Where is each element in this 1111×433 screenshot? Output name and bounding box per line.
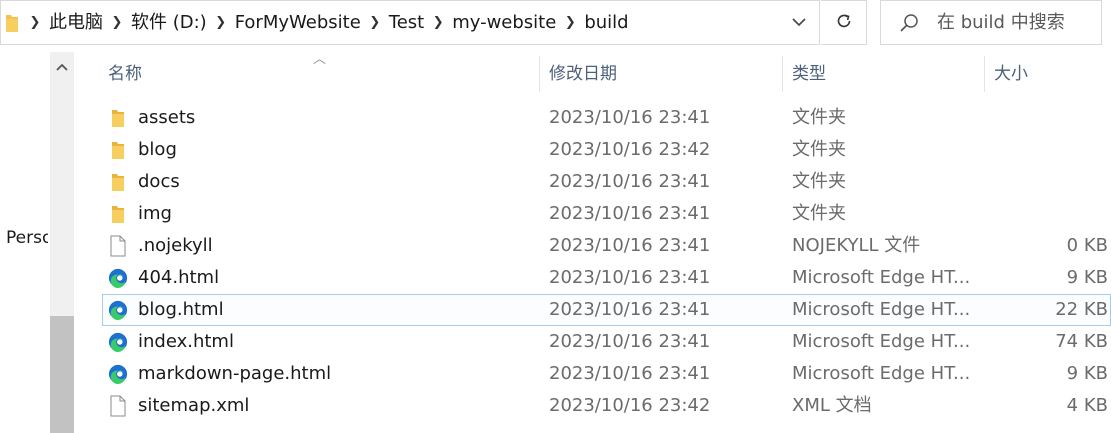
edge-icon: [108, 294, 128, 326]
file-type: NOJEKYLL 文件: [792, 235, 921, 256]
file-icon: [108, 230, 128, 262]
file-row[interactable]: blog 2023/10/16 23:42 文件夹: [74, 134, 1111, 166]
file-row[interactable]: 404.html 2023/10/16 23:41 Microsoft Edge…: [74, 262, 1111, 294]
file-row[interactable]: .nojekyll 2023/10/16 23:41 NOJEKYLL 文件 0…: [74, 230, 1111, 262]
file-explorer-window: ❯ 此电脑 ❯ 软件 (D:) ❯ ForMyWebsite ❯ Test ❯ …: [0, 0, 1111, 433]
search-box[interactable]: [880, 0, 1102, 45]
refresh-icon: [835, 12, 853, 34]
address-bar[interactable]: ❯ 此电脑 ❯ 软件 (D:) ❯ ForMyWebsite ❯ Test ❯ …: [0, 0, 820, 45]
file-row[interactable]: index.html 2023/10/16 23:41 Microsoft Ed…: [74, 326, 1111, 358]
file-size: 4 KB: [1066, 395, 1108, 416]
nav-item-label[interactable]: Perso: [6, 228, 48, 248]
sort-ascending-icon: ︿: [313, 52, 327, 67]
file-size: 0 KB: [1066, 235, 1108, 256]
folder-icon: [108, 198, 128, 230]
file-type: XML 文档: [792, 395, 872, 416]
column-divider[interactable]: [782, 56, 783, 92]
file-type: 文件夹: [792, 203, 846, 224]
file-type: 文件夹: [792, 139, 846, 160]
file-name: assets: [138, 107, 196, 128]
file-row[interactable]: img 2023/10/16 23:41 文件夹: [74, 198, 1111, 230]
file-date: 2023/10/16 23:42: [549, 139, 711, 160]
file-type: Microsoft Edge HT...: [792, 299, 971, 320]
breadcrumb-item-this-pc[interactable]: 此电脑: [49, 0, 103, 45]
breadcrumb-item-my-website[interactable]: my-website: [452, 0, 556, 45]
chevron-right-icon[interactable]: ❯: [556, 1, 584, 44]
chevron-right-icon[interactable]: ❯: [207, 1, 235, 44]
scroll-up-icon[interactable]: [50, 52, 74, 82]
file-row[interactable]: sitemap.xml 2023/10/16 23:42 XML 文档 4 KB: [74, 390, 1111, 422]
file-type: 文件夹: [792, 171, 846, 192]
search-input[interactable]: [935, 11, 1099, 34]
file-date: 2023/10/16 23:41: [549, 107, 711, 128]
file-date: 2023/10/16 23:41: [549, 363, 711, 384]
file-name: docs: [138, 171, 180, 192]
edge-icon: [108, 326, 128, 358]
edge-icon: [108, 262, 128, 294]
file-date: 2023/10/16 23:41: [549, 235, 711, 256]
file-name: index.html: [138, 331, 234, 352]
folder-icon: [108, 166, 128, 198]
file-icon: [108, 390, 128, 422]
chevron-right-icon[interactable]: ❯: [424, 1, 452, 44]
folder-icon: [108, 102, 128, 134]
file-size: 22 KB: [1055, 299, 1108, 320]
file-size: 74 KB: [1055, 331, 1108, 352]
file-name: blog.html: [138, 299, 224, 320]
file-type: Microsoft Edge HT...: [792, 331, 971, 352]
breadcrumb-item-drive[interactable]: 软件 (D:): [131, 0, 207, 45]
column-divider[interactable]: [539, 56, 540, 92]
column-header-date[interactable]: 修改日期: [549, 52, 617, 96]
chevron-right-icon[interactable]: ❯: [361, 1, 389, 44]
file-row[interactable]: markdown-page.html 2023/10/16 23:41 Micr…: [74, 358, 1111, 390]
file-type: Microsoft Edge HT...: [792, 363, 971, 384]
scrollbar-thumb[interactable]: [50, 316, 74, 433]
file-name: blog: [138, 139, 177, 160]
file-type: Microsoft Edge HT...: [792, 267, 971, 288]
navigation-pane: Perso: [0, 52, 48, 433]
file-row[interactable]: docs 2023/10/16 23:41 文件夹: [74, 166, 1111, 198]
file-date: 2023/10/16 23:41: [549, 331, 711, 352]
column-header: ︿ 名称 修改日期 类型 大小: [74, 52, 1111, 96]
search-icon: [899, 13, 921, 33]
refresh-button[interactable]: [821, 0, 867, 45]
column-header-name[interactable]: 名称: [108, 52, 142, 96]
folder-icon: [5, 12, 21, 34]
chevron-down-icon[interactable]: [779, 1, 819, 44]
file-name: .nojekyll: [138, 235, 213, 256]
column-header-size[interactable]: 大小: [994, 52, 1028, 96]
file-date: 2023/10/16 23:42: [549, 395, 711, 416]
file-list: assets 2023/10/16 23:41 文件夹 blog 2023/10…: [74, 102, 1111, 422]
column-header-type[interactable]: 类型: [792, 52, 826, 96]
file-name: markdown-page.html: [138, 363, 332, 384]
chevron-right-icon[interactable]: ❯: [21, 1, 49, 44]
file-row-selected[interactable]: blog.html 2023/10/16 23:41 Microsoft Edg…: [102, 294, 1111, 326]
edge-icon: [108, 358, 128, 390]
folder-icon: [108, 134, 128, 166]
file-size: 9 KB: [1066, 363, 1108, 384]
navigation-scrollbar[interactable]: [50, 52, 74, 433]
file-date: 2023/10/16 23:41: [549, 171, 711, 192]
file-date: 2023/10/16 23:41: [549, 299, 711, 320]
file-name: img: [138, 203, 172, 224]
file-name: 404.html: [138, 267, 220, 288]
file-name: sitemap.xml: [138, 395, 250, 416]
column-divider[interactable]: [984, 56, 985, 92]
breadcrumb-item-test[interactable]: Test: [389, 0, 424, 45]
file-date: 2023/10/16 23:41: [549, 203, 711, 224]
file-type: 文件夹: [792, 107, 846, 128]
file-size: 9 KB: [1066, 267, 1108, 288]
breadcrumb-item-formywebsite[interactable]: ForMyWebsite: [235, 0, 361, 45]
chevron-right-icon[interactable]: ❯: [103, 1, 131, 44]
breadcrumb: ❯ 此电脑 ❯ 软件 (D:) ❯ ForMyWebsite ❯ Test ❯ …: [21, 1, 629, 44]
breadcrumb-item-build[interactable]: build: [584, 0, 628, 45]
file-date: 2023/10/16 23:41: [549, 267, 711, 288]
file-row[interactable]: assets 2023/10/16 23:41 文件夹: [74, 102, 1111, 134]
